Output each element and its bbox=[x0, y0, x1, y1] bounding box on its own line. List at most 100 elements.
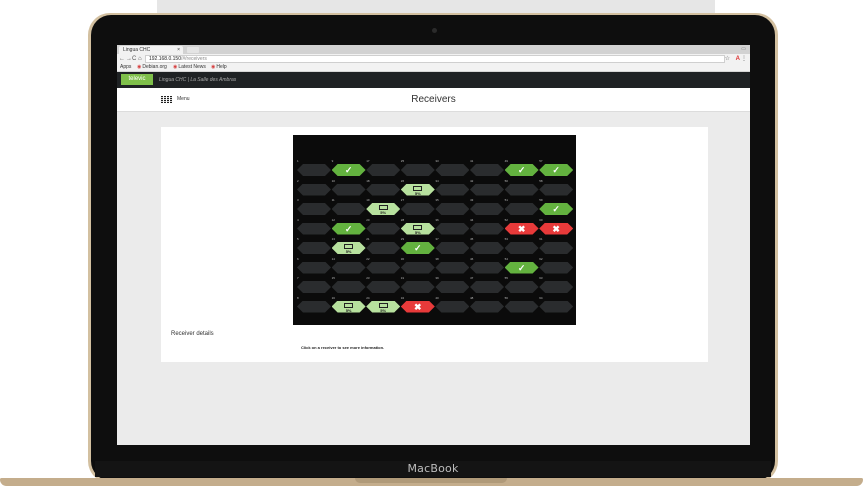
url-input[interactable]: 192.168.0.150/#/receivers bbox=[145, 55, 725, 63]
receiver-cell-idle[interactable] bbox=[470, 281, 504, 293]
new-tab-button[interactable] bbox=[187, 47, 199, 53]
receiver-cell-ok[interactable]: ✓ bbox=[400, 242, 435, 254]
bookmark-debian[interactable]: ◉Debian.org bbox=[137, 64, 167, 71]
receiver-cell-ok[interactable]: ✓ bbox=[504, 164, 539, 176]
receiver-cell-bat[interactable]: 5% bbox=[331, 300, 366, 313]
tab-close-icon[interactable]: × bbox=[177, 46, 180, 54]
bookmark-apps[interactable]: Apps bbox=[120, 64, 131, 71]
receiver-cell-ok[interactable]: ✓ bbox=[539, 203, 574, 215]
receiver-number: 3 bbox=[297, 198, 299, 202]
receiver-cell-idle[interactable] bbox=[470, 242, 504, 254]
receiver-cell-idle[interactable] bbox=[435, 183, 470, 196]
receiver-cell-bat[interactable]: 5% bbox=[366, 300, 401, 313]
receiver-cell-idle[interactable] bbox=[435, 300, 470, 313]
receiver-cell-idle[interactable] bbox=[539, 242, 574, 254]
receiver-number: 6 bbox=[297, 256, 299, 261]
receiver-cell-idle[interactable] bbox=[470, 222, 504, 235]
receiver-cell-idle[interactable] bbox=[470, 203, 504, 215]
receiver-cell-idle[interactable] bbox=[297, 281, 331, 293]
receiver-cell-idle[interactable] bbox=[470, 261, 504, 274]
laptop-base-notch bbox=[355, 478, 507, 483]
receiver-number: 35 bbox=[435, 198, 439, 202]
receiver-number: 12 bbox=[331, 217, 335, 222]
receiver-number: 39 bbox=[435, 276, 439, 280]
receiver-cell-idle[interactable] bbox=[470, 183, 504, 196]
receiver-cell-err[interactable]: ✖ bbox=[400, 300, 435, 313]
bookmark-help[interactable]: ◉Help bbox=[211, 64, 227, 71]
receiver-cell-idle[interactable] bbox=[470, 164, 504, 176]
receiver-cell-idle[interactable] bbox=[331, 203, 366, 215]
receiver-cell-idle[interactable] bbox=[400, 203, 435, 215]
receiver-cell-err[interactable]: ✖ bbox=[504, 222, 539, 235]
receiver-cell-idle[interactable] bbox=[366, 222, 401, 235]
receiver-cell-ok[interactable]: ✓ bbox=[331, 164, 366, 176]
debian-icon: ◉ bbox=[211, 64, 216, 70]
receiver-cell-idle[interactable] bbox=[539, 281, 574, 293]
receiver-cell-idle[interactable] bbox=[297, 222, 331, 235]
receiver-cell-idle[interactable] bbox=[504, 203, 539, 215]
receiver-cell-ok[interactable]: ✓ bbox=[331, 222, 366, 235]
receiver-cell-idle[interactable] bbox=[297, 300, 331, 313]
browser-menu-icon[interactable]: ⋮ bbox=[741, 55, 747, 63]
receiver-cell-ok[interactable]: ✓ bbox=[539, 164, 574, 176]
receiver-cell-idle[interactable] bbox=[435, 203, 470, 215]
receiver-cell-idle[interactable] bbox=[539, 261, 574, 274]
window-controls-icon[interactable]: ▭ bbox=[741, 46, 746, 52]
menu-button[interactable]: Menu bbox=[177, 88, 190, 111]
receiver-cell-bat[interactable]: 5% bbox=[400, 183, 435, 196]
receiver-cell-idle[interactable] bbox=[297, 242, 331, 254]
receiver-cell-idle[interactable] bbox=[297, 164, 331, 176]
receiver-cell-idle[interactable] bbox=[504, 242, 539, 254]
receiver-number: 61 bbox=[539, 237, 543, 241]
bookmark-star-icon[interactable]: ☆ bbox=[725, 55, 730, 63]
back-icon[interactable]: ← bbox=[119, 55, 125, 63]
receiver-cell-idle[interactable] bbox=[435, 164, 470, 176]
televic-logo[interactable]: televic bbox=[121, 74, 153, 85]
receiver-cell-idle[interactable] bbox=[504, 183, 539, 196]
receiver-number: 42 bbox=[470, 178, 474, 183]
receiver-cell-idle[interactable] bbox=[366, 183, 401, 196]
receiver-cell-idle[interactable] bbox=[400, 261, 435, 274]
battery-label: 5% bbox=[345, 307, 352, 313]
receiver-cell-idle[interactable] bbox=[297, 183, 331, 196]
receiver-cell-idle[interactable] bbox=[539, 183, 574, 196]
receiver-number: 56 bbox=[504, 295, 508, 300]
receiver-cell-idle[interactable] bbox=[435, 222, 470, 235]
receiver-cell-idle[interactable] bbox=[366, 164, 401, 176]
receiver-cell-idle[interactable] bbox=[331, 281, 366, 293]
receiver-cell-idle[interactable] bbox=[366, 261, 401, 274]
receiver-number: 31 bbox=[400, 276, 405, 280]
receiver-cell-idle[interactable] bbox=[297, 203, 331, 215]
receiver-cell-err[interactable]: ✖ bbox=[539, 222, 574, 235]
receiver-cell-idle[interactable] bbox=[504, 300, 539, 313]
receiver-number: 29 bbox=[400, 237, 405, 241]
receiver-cell-idle[interactable] bbox=[331, 261, 366, 274]
home-icon[interactable]: ⌂ bbox=[138, 55, 142, 63]
receiver-cell-idle[interactable] bbox=[504, 281, 539, 293]
receiver-number: 4 bbox=[297, 217, 299, 222]
receiver-cell-idle[interactable] bbox=[470, 300, 504, 313]
receiver-cell-idle[interactable] bbox=[331, 183, 366, 196]
receiver-cell-idle[interactable] bbox=[435, 261, 470, 274]
receiver-cell-idle[interactable] bbox=[366, 242, 401, 254]
receiver-cell-idle[interactable] bbox=[435, 281, 470, 293]
reload-icon[interactable]: C bbox=[132, 55, 136, 63]
browser-tab[interactable]: Lingua CHC × bbox=[119, 46, 183, 54]
receiver-cell-ok[interactable]: ✓ bbox=[504, 261, 539, 274]
receiver-cell-idle[interactable] bbox=[366, 281, 401, 293]
extension-icon[interactable]: A bbox=[736, 55, 740, 63]
receiver-cell-idle[interactable] bbox=[400, 281, 435, 293]
receiver-cell-idle[interactable] bbox=[539, 300, 574, 313]
check-icon: ✓ bbox=[552, 204, 560, 214]
grid-menu-icon[interactable] bbox=[161, 96, 172, 103]
receiver-cell-bat[interactable]: 5% bbox=[366, 203, 401, 215]
receiver-cell-idle[interactable] bbox=[297, 261, 331, 274]
receiver-cell-bat[interactable]: 5% bbox=[400, 222, 435, 235]
bookmark-latest-news[interactable]: ◉Latest News bbox=[173, 64, 206, 71]
receiver-number: 30 bbox=[400, 256, 405, 261]
page-header: Receivers Menu bbox=[117, 88, 750, 112]
receiver-cell-idle[interactable] bbox=[435, 242, 470, 254]
receiver-number: 33 bbox=[435, 159, 439, 163]
receiver-cell-bat[interactable]: 5% bbox=[331, 242, 366, 254]
receiver-cell-idle[interactable] bbox=[400, 164, 435, 176]
